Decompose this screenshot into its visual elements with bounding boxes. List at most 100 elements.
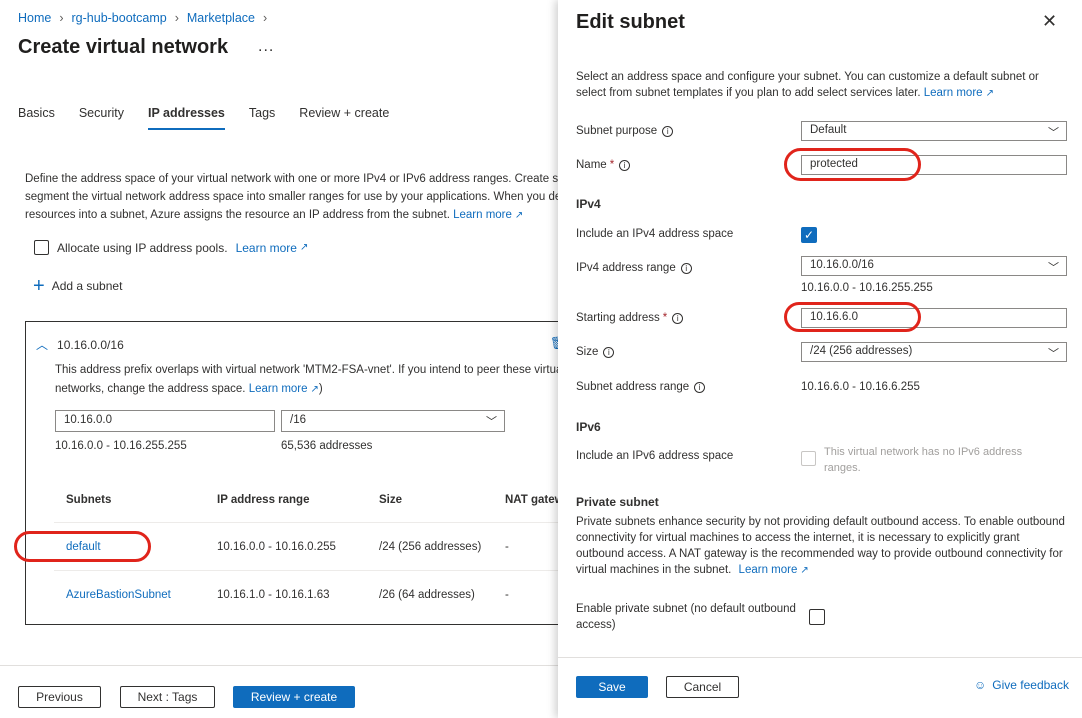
external-link-icon: ↗ (310, 384, 319, 395)
external-link-icon: ↗ (514, 210, 524, 221)
external-link-icon: ↗ (800, 565, 809, 576)
wizard-footer: Previous Next : Tags Review + create (0, 665, 558, 718)
required-mark: * (609, 159, 615, 171)
subnet-link-default[interactable]: default (66, 541, 101, 553)
address-count-text: 65,536 addresses (281, 440, 373, 452)
prefix-value: /16 (290, 414, 306, 426)
private-subnet-checkbox[interactable] (809, 609, 825, 625)
delete-icon[interactable]: 🗑 (550, 336, 558, 350)
col-header-subnets: Subnets (66, 494, 112, 506)
subnet-range: 10.16.1.0 - 10.16.1.63 (217, 589, 330, 601)
info-icon[interactable]: i (662, 125, 674, 137)
overlap-warning: This address prefix overlaps with virtua… (55, 361, 558, 399)
chevron-right-icon: › (262, 11, 268, 25)
name-label: Name * i (576, 159, 631, 171)
tab-security[interactable]: Security (79, 106, 124, 130)
plus-icon: + (33, 275, 45, 297)
prefix-select[interactable]: /16 ﹀ (281, 410, 505, 432)
subnet-size: /26 (64 addresses) (379, 589, 475, 601)
col-header-range: IP address range (217, 494, 310, 506)
private-enable-label: Enable private subnet (no default outbou… (576, 603, 796, 631)
panel-title: Edit subnet (576, 11, 685, 33)
subnet-nat: - (505, 541, 509, 553)
more-icon[interactable]: ... (258, 38, 274, 56)
ipam-checkbox-row: Allocate using IP address pools. Learn m… (34, 240, 308, 255)
ipam-label: Allocate using IP address pools. (57, 240, 228, 255)
learn-more-link[interactable]: Learn more (453, 209, 512, 221)
info-icon[interactable]: i (694, 381, 706, 393)
ipv4-range-select[interactable]: 10.16.0.0/16 ﹀ (801, 256, 1067, 276)
size-select[interactable]: /24 (256 addresses) ﹀ (801, 342, 1067, 362)
tab-basics[interactable]: Basics (18, 106, 55, 130)
subnet-range-label: Subnet address range i (576, 381, 706, 393)
ipv4-range-label: IPv4 address range i (576, 262, 692, 274)
info-icon[interactable]: i (672, 312, 684, 324)
table-row: default 10.16.0.0 - 10.16.0.255 /24 (256… (54, 522, 558, 570)
tab-review-create[interactable]: Review + create (299, 106, 389, 130)
cancel-button[interactable]: Cancel (666, 676, 739, 698)
info-icon[interactable]: i (603, 346, 615, 358)
private-learn-more-link[interactable]: Learn more (739, 564, 798, 576)
ipam-learn-more-link[interactable]: Learn more (236, 241, 297, 255)
breadcrumb-marketplace[interactable]: Marketplace (187, 11, 255, 25)
info-icon[interactable]: i (680, 262, 692, 274)
close-icon[interactable]: ✕ (1042, 11, 1057, 32)
previous-button[interactable]: Previous (18, 686, 101, 708)
next-tags-button[interactable]: Next : Tags (120, 686, 215, 708)
add-subnet-button[interactable]: + Add a subnet (33, 275, 122, 297)
name-input[interactable]: protected (801, 155, 1067, 175)
subnet-purpose-value: Default (810, 124, 847, 136)
external-link-icon: ↗ (299, 242, 309, 253)
subnet-nat: - (505, 589, 509, 601)
starting-address-label: Starting address * i (576, 312, 684, 324)
size-label: Size i (576, 346, 615, 358)
address-range-text: 10.16.0.0 - 10.16.255.255 (55, 440, 187, 452)
required-mark: * (662, 312, 668, 324)
size-value: /24 (256 addresses) (810, 345, 913, 357)
save-button[interactable]: Save (576, 676, 648, 698)
ipam-checkbox[interactable] (34, 240, 49, 255)
create-vnet-blade: Home › rg-hub-bootcamp › Marketplace › C… (0, 0, 558, 718)
subnet-purpose-label: Subnet purpose i (576, 125, 674, 137)
include-ipv4-checkbox[interactable]: ✓ (801, 227, 817, 243)
chevron-down-icon: ﹀ (1048, 348, 1059, 360)
table-row: AzureBastionSubnet 10.16.1.0 - 10.16.1.6… (54, 570, 558, 618)
overlap-learn-more-link[interactable]: Learn more (249, 383, 308, 395)
breadcrumb-home[interactable]: Home (18, 11, 51, 25)
starting-address-label-text: Starting address (576, 312, 660, 324)
subnet-range-label-text: Subnet address range (576, 381, 690, 393)
ipv4-range-value: 10.16.0.0/16 (810, 259, 874, 271)
private-subnet-desc: Private subnets enhance security by not … (576, 514, 1066, 579)
tab-bar: Basics Security IP addresses Tags Review… (18, 106, 413, 130)
subnet-link-bastion[interactable]: AzureBastionSubnet (66, 589, 171, 601)
include-ipv4-label: Include an IPv4 address space (576, 228, 734, 240)
panel-footer: Save Cancel ☺ Give feedback (558, 657, 1082, 718)
ipv6-disabled-text: This virtual network has no IPv6 address… (824, 446, 1023, 474)
size-label-text: Size (576, 346, 599, 358)
info-icon[interactable]: i (619, 159, 631, 171)
tab-ip-addresses[interactable]: IP addresses (147, 106, 225, 130)
ipv4-range-detail: 10.16.0.0 - 10.16.255.255 (801, 282, 933, 294)
chevron-right-icon: › (174, 11, 179, 25)
review-create-button[interactable]: Review + create (233, 686, 355, 708)
starting-address-input[interactable]: 10.16.6.0 (801, 308, 1067, 328)
address-input[interactable]: 10.16.0.0 (55, 410, 275, 432)
ip-description: Define the address space of your virtual… (25, 170, 558, 225)
chevron-down-icon: ﹀ (1048, 127, 1059, 139)
chevron-up-icon[interactable]: ︿ (36, 336, 48, 353)
breadcrumb-resource-group[interactable]: rg-hub-bootcamp (72, 11, 167, 25)
col-header-size: Size (379, 494, 403, 506)
address-space-header[interactable]: ︿ 10.16.0.0/16 (36, 336, 124, 353)
subnet-purpose-label-text: Subnet purpose (576, 125, 658, 137)
panel-learn-more-link[interactable]: Learn more (924, 87, 983, 99)
tab-tags[interactable]: Tags (249, 106, 275, 130)
address-space-card: ︿ 10.16.0.0/16 🗑 This address prefix ove… (25, 321, 558, 625)
subnet-purpose-select[interactable]: Default ﹀ (801, 121, 1067, 141)
external-link-icon: ↗ (985, 88, 994, 99)
chevron-down-icon: ﹀ (1048, 262, 1059, 274)
ipv6-heading: IPv6 (576, 420, 601, 434)
give-feedback-link[interactable]: ☺ Give feedback (974, 678, 1069, 692)
give-feedback-label: Give feedback (992, 678, 1069, 692)
breadcrumb: Home › rg-hub-bootcamp › Marketplace › (18, 11, 275, 25)
checkmark-icon: ✓ (803, 228, 815, 242)
